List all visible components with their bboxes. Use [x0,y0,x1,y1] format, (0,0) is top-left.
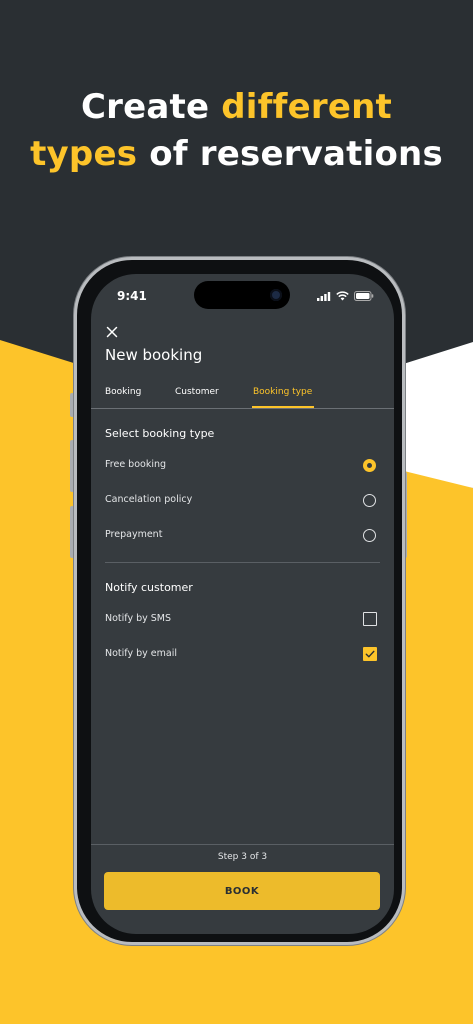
prepayment-radio[interactable] [363,529,376,542]
prepayment-label: Prepayment [105,529,163,540]
phone-frame: 9:41 New booking Booking Customer Bookin… [74,257,405,945]
cancelation-policy-label: Cancelation policy [105,494,193,505]
free-booking-radio[interactable] [363,459,376,472]
notify-email-label: Notify by email [105,648,177,659]
wifi-icon [336,291,349,301]
headline: Create different types of reservations [0,84,473,178]
tab-bar: Booking Customer Booking type [91,384,394,410]
headline-line-1: Create different [80,87,392,127]
dynamic-island [194,281,290,309]
free-booking-label: Free booking [105,459,167,470]
book-button[interactable]: BOOK [104,872,380,910]
cancelation-policy-radio[interactable] [363,494,376,507]
footer-divider [91,844,394,845]
tab-customer[interactable]: Customer [175,387,219,397]
close-icon[interactable] [104,324,120,340]
tab-bar-divider [91,408,394,409]
app-screen: 9:41 New booking Booking Customer Bookin… [91,274,394,934]
notify-sms-checkbox[interactable] [363,612,377,626]
check-icon [365,650,375,658]
notify-email-checkbox[interactable] [363,647,377,661]
status-time: 9:41 [117,289,147,303]
status-icons [317,291,374,301]
notify-sms-label: Notify by SMS [105,613,172,624]
booking-type-section-title: Select booking type [105,427,215,440]
headline-line-2: types of reservations [30,134,443,174]
tab-booking-type[interactable]: Booking type [253,387,312,397]
tab-booking[interactable]: Booking [105,387,141,397]
signal-icon [317,291,331,301]
camera-icon [270,289,282,301]
phone-bezel: 9:41 New booking Booking Customer Bookin… [77,260,402,942]
step-indicator: Step 3 of 3 [217,852,268,862]
section-divider [105,562,380,563]
page-title: New booking [105,346,203,364]
battery-icon [354,291,374,301]
notify-section-title: Notify customer [105,581,193,594]
